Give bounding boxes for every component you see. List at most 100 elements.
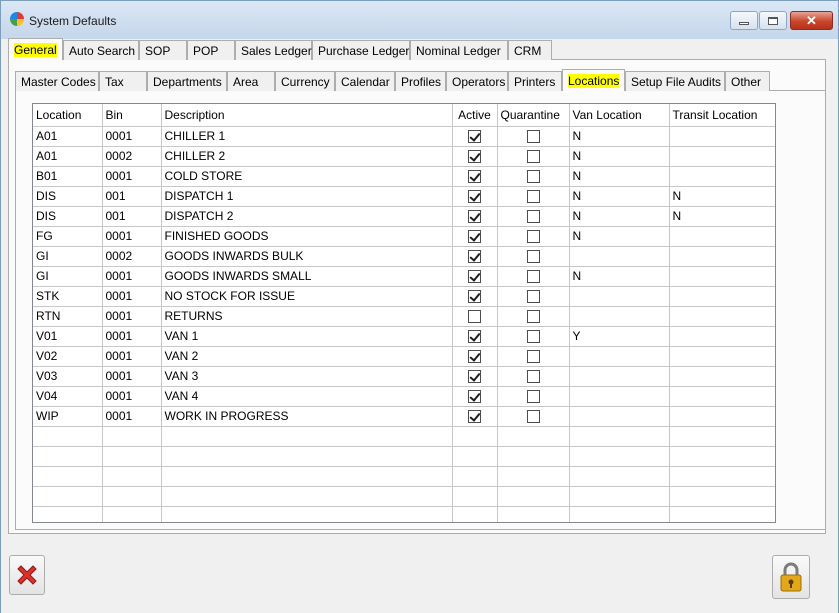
empty-cell[interactable] — [452, 486, 498, 507]
quarantine-cell[interactable] — [497, 166, 570, 187]
active-cell[interactable] — [452, 346, 498, 367]
active-checkbox[interactable] — [468, 370, 481, 384]
description-cell[interactable]: FINISHED GOODS — [161, 226, 453, 247]
location-cell[interactable]: STK — [33, 286, 103, 307]
active-checkbox[interactable] — [468, 310, 481, 324]
bin-cell[interactable]: 0001 — [102, 406, 162, 427]
active-cell[interactable] — [452, 126, 498, 147]
empty-cell[interactable] — [102, 506, 162, 522]
transit-location-cell[interactable] — [669, 166, 775, 187]
location-cell[interactable]: DIS — [33, 206, 103, 227]
quarantine-checkbox[interactable] — [526, 210, 540, 224]
active-checkbox[interactable] — [468, 390, 481, 404]
quarantine-checkbox[interactable] — [526, 350, 540, 364]
active-checkbox[interactable] — [468, 150, 481, 164]
table-row[interactable]: DIS 001 DISPATCH 1 NN — [33, 186, 775, 207]
cancel-button[interactable] — [9, 555, 45, 595]
bin-cell[interactable]: 0001 — [102, 346, 162, 367]
empty-cell[interactable] — [33, 506, 103, 522]
empty-cell[interactable] — [161, 446, 453, 467]
active-checkbox[interactable] — [468, 270, 481, 284]
bin-cell[interactable]: 0001 — [102, 286, 162, 307]
col-location-header[interactable]: Location — [33, 104, 103, 127]
col-van-location-header[interactable]: Van Location — [569, 104, 670, 127]
quarantine-checkbox[interactable] — [526, 390, 540, 404]
tab-printers[interactable]: Printers — [508, 71, 562, 91]
description-cell[interactable]: GOODS INWARDS BULK — [161, 246, 453, 267]
quarantine-checkbox[interactable] — [526, 410, 540, 424]
tab-calendar[interactable]: Calendar — [335, 71, 395, 91]
empty-cell[interactable] — [569, 446, 670, 467]
quarantine-cell[interactable] — [497, 246, 570, 267]
empty-cell[interactable] — [569, 466, 670, 487]
active-checkbox[interactable] — [468, 290, 481, 304]
location-cell[interactable]: RTN — [33, 306, 103, 327]
col-active-header[interactable]: Active — [452, 104, 498, 127]
quarantine-checkbox[interactable] — [526, 370, 540, 384]
transit-location-cell[interactable] — [669, 286, 775, 307]
tab-area[interactable]: Area — [227, 71, 275, 91]
van-location-cell[interactable]: N — [569, 166, 670, 187]
active-checkbox[interactable] — [468, 170, 481, 184]
quarantine-cell[interactable] — [497, 306, 570, 327]
table-row[interactable]: FG 0001 FINISHED GOODS N — [33, 226, 775, 247]
quarantine-cell[interactable] — [497, 386, 570, 407]
empty-cell[interactable] — [497, 426, 570, 447]
van-location-cell[interactable] — [569, 306, 670, 327]
active-cell[interactable] — [452, 386, 498, 407]
van-location-cell[interactable] — [569, 366, 670, 387]
description-cell[interactable]: RETURNS — [161, 306, 453, 327]
quarantine-cell[interactable] — [497, 346, 570, 367]
empty-cell[interactable] — [669, 446, 775, 467]
bin-cell[interactable]: 0001 — [102, 386, 162, 407]
empty-cell[interactable] — [33, 466, 103, 487]
van-location-cell[interactable]: Y — [569, 326, 670, 347]
active-checkbox[interactable] — [468, 230, 481, 244]
bin-cell[interactable]: 0001 — [102, 166, 162, 187]
bin-cell[interactable]: 0002 — [102, 146, 162, 167]
van-location-cell[interactable] — [569, 286, 670, 307]
table-row[interactable]: B01 0001 COLD STORE N — [33, 166, 775, 187]
table-row[interactable]: GI 0001 GOODS INWARDS SMALL N — [33, 266, 775, 287]
empty-cell[interactable] — [452, 446, 498, 467]
quarantine-checkbox[interactable] — [526, 310, 540, 324]
lock-button[interactable] — [772, 555, 810, 599]
empty-row[interactable] — [33, 426, 775, 447]
transit-location-cell[interactable] — [669, 306, 775, 327]
quarantine-cell[interactable] — [497, 226, 570, 247]
quarantine-checkbox[interactable] — [526, 170, 540, 184]
tab-purchase-ledger[interactable]: Purchase Ledger — [312, 40, 410, 60]
empty-cell[interactable] — [452, 426, 498, 447]
col-bin-header[interactable]: Bin — [102, 104, 162, 127]
table-row[interactable]: A01 0002 CHILLER 2 N — [33, 146, 775, 167]
tab-operators[interactable]: Operators — [446, 71, 508, 91]
empty-cell[interactable] — [452, 506, 498, 522]
description-cell[interactable]: CHILLER 1 — [161, 126, 453, 147]
bin-cell[interactable]: 001 — [102, 206, 162, 227]
active-cell[interactable] — [452, 306, 498, 327]
empty-cell[interactable] — [102, 466, 162, 487]
van-location-cell[interactable] — [569, 406, 670, 427]
tab-currency[interactable]: Currency — [275, 71, 335, 91]
maximize-button[interactable] — [759, 11, 787, 30]
empty-cell[interactable] — [102, 486, 162, 507]
location-cell[interactable]: V04 — [33, 386, 103, 407]
empty-cell[interactable] — [102, 426, 162, 447]
transit-location-cell[interactable] — [669, 386, 775, 407]
quarantine-checkbox[interactable] — [526, 130, 540, 144]
description-cell[interactable]: VAN 1 — [161, 326, 453, 347]
active-cell[interactable] — [452, 326, 498, 347]
empty-cell[interactable] — [569, 506, 670, 522]
location-cell[interactable]: V01 — [33, 326, 103, 347]
empty-cell[interactable] — [452, 466, 498, 487]
quarantine-cell[interactable] — [497, 206, 570, 227]
table-row[interactable]: V02 0001 VAN 2 — [33, 346, 775, 367]
quarantine-checkbox[interactable] — [526, 330, 540, 344]
active-checkbox[interactable] — [468, 330, 481, 344]
quarantine-checkbox[interactable] — [526, 150, 540, 164]
active-checkbox[interactable] — [468, 190, 481, 204]
tab-profiles[interactable]: Profiles — [395, 71, 446, 91]
col-description-header[interactable]: Description — [161, 104, 453, 127]
empty-cell[interactable] — [161, 466, 453, 487]
close-button[interactable]: ✕ — [790, 11, 833, 30]
